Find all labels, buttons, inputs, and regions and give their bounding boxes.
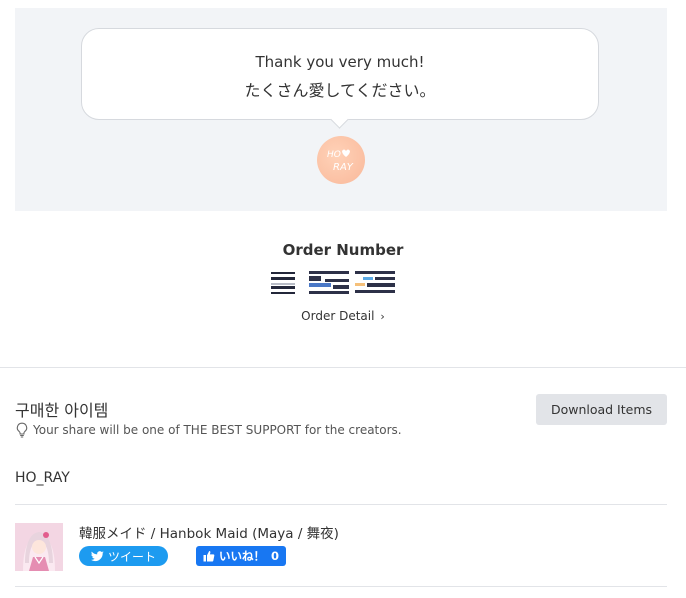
svg-text:HO: HO — [327, 150, 341, 160]
message-bubble: Thank you very much! たくさん愛してください。 — [81, 28, 599, 120]
tweet-label: ツイート — [107, 549, 156, 564]
like-label: いいね！ — [218, 549, 265, 563]
download-items-button[interactable]: Download Items — [536, 394, 667, 425]
lightbulb-icon — [16, 422, 28, 438]
order-detail-label: Order Detail — [301, 309, 375, 323]
facebook-like-button[interactable]: いいね！ 0 — [196, 546, 286, 566]
thank-you-banner: Thank you very much! たくさん愛してください。 HO RAY — [15, 8, 667, 211]
item-thumbnail[interactable] — [15, 523, 63, 571]
share-note-text: Your share will be one of THE BEST SUPPO… — [33, 423, 402, 437]
svg-text:RAY: RAY — [333, 162, 354, 173]
order-number-redacted — [271, 271, 397, 295]
order-detail-link[interactable]: Order Detail › — [0, 309, 686, 323]
list-divider — [15, 586, 667, 587]
item-title[interactable]: 韓服メイド / Hanbok Maid (Maya / 舞夜) — [79, 522, 339, 542]
thank-you-message: Thank you very much! — [255, 53, 425, 71]
chevron-right-icon: › — [380, 310, 385, 323]
creator-name[interactable]: HO_RAY — [15, 470, 70, 486]
twitter-bird-icon — [90, 550, 104, 561]
share-note: Your share will be one of THE BEST SUPPO… — [15, 422, 402, 438]
thank-you-message-ja: たくさん愛してください。 — [244, 81, 436, 100]
item-thumbnail-image — [15, 523, 63, 571]
purchased-items-title: 구매한 아이템 — [15, 401, 109, 420]
section-divider — [0, 367, 686, 368]
creator-logo-icon: HO RAY — [327, 149, 354, 173]
creator-avatar: HO RAY — [317, 136, 365, 184]
tweet-button[interactable]: ツイート — [79, 546, 168, 566]
list-divider — [15, 504, 667, 505]
order-number-title: Order Number — [282, 241, 404, 259]
thumbs-up-icon — [203, 551, 215, 562]
like-count: 0 — [270, 549, 279, 563]
